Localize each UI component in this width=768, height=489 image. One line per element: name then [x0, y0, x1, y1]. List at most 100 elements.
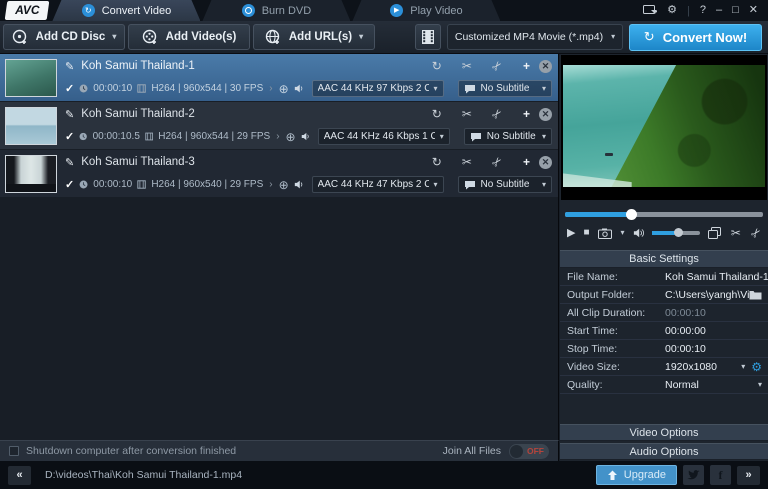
volume-slider[interactable] [652, 228, 700, 237]
maximize-icon[interactable]: □ [732, 5, 739, 16]
video-row[interactable]: ✎ Koh Samui Thailand-2 ↻ ✂ ✂ + ✕ ✓ 00:00… [0, 102, 558, 149]
folder-icon[interactable] [749, 290, 762, 300]
effects-icon[interactable]: ↻ [432, 155, 442, 169]
add-urls-button[interactable]: Add URL(s) ▾ [253, 24, 375, 50]
chevron-down-icon[interactable]: ▾ [112, 33, 116, 41]
effects-icon[interactable]: ↻ [432, 107, 442, 121]
crop-icon[interactable]: ✂ [488, 154, 505, 171]
crop-icon[interactable]: ✂ [488, 106, 505, 123]
subtitle-value: No Subtitle [486, 131, 536, 142]
selected-check-icon[interactable]: ✓ [65, 178, 74, 191]
audio-track-select[interactable]: AAC 44 KHz 97 Kbps 2 CH ... ▾ [311, 80, 444, 97]
add-cd-disc-button[interactable]: Add CD Disc ▾ [3, 24, 125, 50]
help-icon[interactable]: ? [700, 5, 706, 16]
edit-title-icon[interactable]: ✎ [65, 60, 74, 73]
add-icon[interactable]: + [523, 59, 530, 73]
volume-handle[interactable] [673, 228, 683, 237]
edit-title-icon[interactable]: ✎ [65, 156, 74, 169]
remote-screen-icon[interactable] [643, 5, 658, 16]
field-value[interactable]: Normal [665, 379, 758, 391]
chevron-down-icon[interactable]: ▾ [741, 362, 745, 371]
upgrade-arrow-icon [607, 470, 617, 480]
add-icon[interactable]: + [523, 155, 530, 169]
tab-label: Convert Video [101, 4, 172, 17]
selected-check-icon[interactable]: ✓ [65, 130, 74, 143]
current-file-path: D:\videos\Thai\Koh Samui Thailand-1.mp4 [45, 469, 243, 481]
shutdown-checkbox[interactable] [9, 446, 19, 456]
snapshot-button[interactable] [597, 228, 613, 239]
basic-settings-header[interactable]: Basic Settings [560, 250, 768, 268]
volume-icon[interactable] [633, 227, 645, 239]
target-icon[interactable]: ⊕ [286, 131, 296, 143]
clock-icon [79, 180, 88, 189]
stop-button[interactable]: ■ [583, 228, 589, 238]
video-preview[interactable] [561, 55, 767, 200]
add-icon[interactable]: + [523, 107, 530, 121]
crop-icon[interactable]: ✂ [488, 58, 505, 75]
format-category-button[interactable] [415, 24, 441, 50]
audio-options-bar[interactable]: Audio Options [560, 443, 768, 460]
add-videos-button[interactable]: Add Video(s) [128, 24, 250, 50]
subtitle-select[interactable]: No Subtitle ▾ [457, 80, 553, 97]
remove-video-icon[interactable]: ✕ [539, 107, 552, 121]
expand-button[interactable]: » [737, 465, 760, 485]
subtitle-select[interactable]: No Subtitle ▾ [463, 128, 553, 145]
toggle-knob [510, 444, 523, 458]
video-size-gear-icon[interactable]: ⚙ [751, 360, 762, 374]
subtitle-select[interactable]: No Subtitle ▾ [457, 176, 553, 193]
video-options-bar[interactable]: Video Options [560, 424, 768, 441]
chevron-down-icon: ▾ [439, 131, 444, 141]
facebook-button[interactable]: f [710, 465, 731, 485]
seek-handle[interactable] [626, 209, 638, 220]
edit-title-icon[interactable]: ✎ [65, 108, 74, 121]
play-button[interactable]: ▶ [567, 227, 575, 239]
target-icon[interactable]: ⊕ [279, 83, 289, 95]
tab-convert-video[interactable]: ↻ Convert Video [52, 0, 200, 21]
video-thumbnail [5, 154, 57, 193]
field-value[interactable]: C:\Users\yangh\Videos... [665, 289, 749, 301]
seek-bar[interactable] [565, 209, 763, 220]
clip-icon[interactable]: ✂ [462, 155, 472, 169]
field-output-folder: Output Folder: C:\Users\yangh\Videos... [560, 286, 768, 304]
video-row[interactable]: ✎ Koh Samui Thailand-1 ↻ ✂ ✂ + ✕ ✓ 00:00… [0, 54, 558, 101]
audio-track-select[interactable]: AAC 44 KHz 47 Kbps 2 CH ... ▾ [311, 176, 444, 193]
video-row[interactable]: ✎ Koh Samui Thailand-3 ↻ ✂ ✂ + ✕ ✓ 00:00… [0, 150, 558, 197]
remove-video-icon[interactable]: ✕ [539, 59, 552, 73]
collapse-button[interactable]: « [8, 465, 31, 485]
tab-burn-dvd[interactable]: Burn DVD [202, 0, 350, 21]
clip-icon[interactable]: ✂ [462, 59, 472, 73]
clip-icon[interactable]: ✂ [462, 107, 472, 121]
target-icon[interactable]: ⊕ [279, 179, 289, 191]
convert-now-button[interactable]: ↻ Convert Now! [629, 23, 762, 51]
clip-icon[interactable]: ✂ [731, 226, 741, 240]
audio-track-value: AAC 44 KHz 47 Kbps 2 CH ... [317, 179, 429, 190]
chevron-down-icon[interactable]: ▾ [758, 380, 762, 389]
field-value[interactable]: 00:00:00 [665, 325, 768, 337]
join-all-files-toggle[interactable]: OFF [509, 443, 549, 459]
effects-icon[interactable]: ↻ [432, 59, 442, 73]
upgrade-button[interactable]: Upgrade [595, 465, 677, 485]
close-icon[interactable]: ✕ [749, 5, 758, 16]
audio-track-select[interactable]: AAC 44 KHz 46 Kbps 1 CH ... ▾ [317, 128, 450, 145]
minimize-icon[interactable]: – [716, 5, 722, 16]
crop-icon[interactable]: ✂ [747, 225, 764, 242]
settings-fields: File Name: Koh Samui Thailand-1 Output F… [560, 268, 768, 394]
upgrade-label: Upgrade [623, 469, 666, 481]
field-label: All Clip Duration: [567, 306, 646, 319]
selected-check-icon[interactable]: ✓ [65, 82, 74, 95]
output-format-select[interactable]: Customized MP4 Movie (*.mp4) ▾ [447, 24, 623, 50]
snapshot-menu-icon[interactable]: ▾ [621, 229, 625, 237]
speaker-icon[interactable] [294, 179, 304, 190]
field-value[interactable]: 1920x1080 [665, 361, 741, 373]
speaker-icon[interactable] [301, 131, 310, 142]
remove-video-icon[interactable]: ✕ [539, 155, 552, 169]
settings-gear-icon[interactable]: ⚙ [667, 5, 677, 16]
compare-icon[interactable] [707, 227, 721, 239]
twitter-button[interactable] [683, 465, 704, 485]
speaker-icon[interactable] [294, 83, 304, 94]
chevron-down-icon[interactable]: ▾ [359, 33, 363, 41]
tab-play-video[interactable]: ▶ Play Video [352, 0, 500, 21]
subtitle-value: No Subtitle [480, 83, 530, 94]
field-value[interactable]: Koh Samui Thailand-1 [665, 271, 768, 283]
field-value[interactable]: 00:00:10 [665, 343, 768, 355]
